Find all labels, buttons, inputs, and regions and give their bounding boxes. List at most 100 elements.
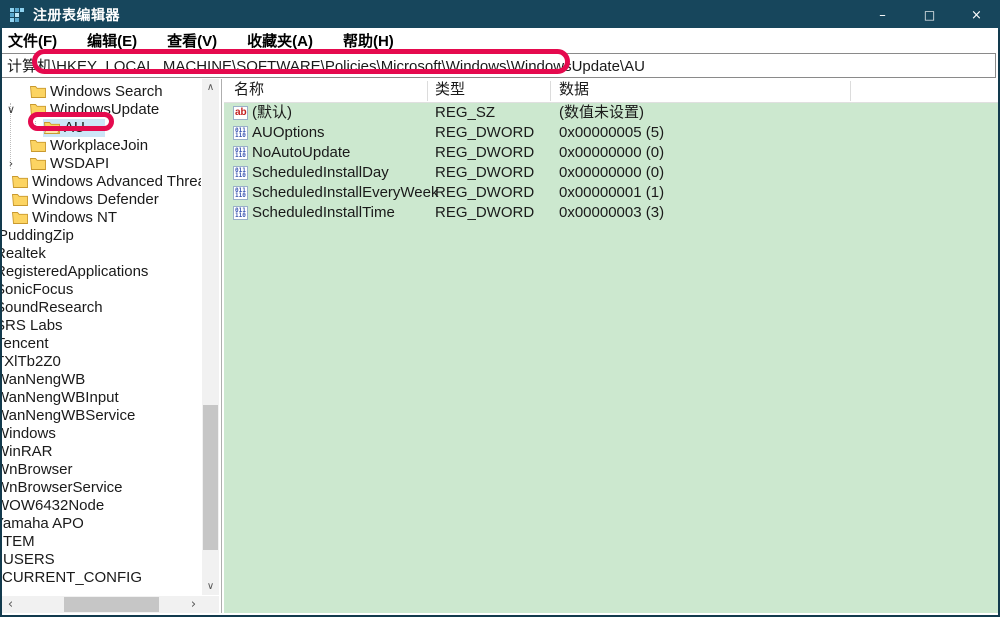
tree-item[interactable]: › WSDAPI [2,155,201,173]
tree-chevron-icon[interactable]: › [4,155,18,173]
tree-chevron-icon[interactable]: ∨ [4,101,18,119]
tree-item-label: Windows Defender [32,191,159,209]
folder-icon [30,139,46,152]
tree-item[interactable]: PuddingZip [2,227,201,245]
tree-item-label: WindowsUpdate [50,101,159,119]
tree-item-label: PuddingZip [2,227,74,245]
tree-item-label: CURRENT_CONFIG [2,569,142,587]
scroll-down-icon[interactable]: ∨ [202,578,219,595]
tree-item-label: WanNengWB [2,371,85,389]
column-separator[interactable] [427,81,428,101]
tree-item[interactable]: TEM [2,533,201,551]
tree-item[interactable]: AU [2,119,201,137]
horizontal-scroll-thumb[interactable] [64,597,159,612]
window-title: 注册表编辑器 [33,5,120,25]
menu-favorites[interactable]: 收藏夹(A) [247,30,313,51]
tree-item[interactable]: WanNengWBService [2,407,201,425]
value-type-icon [233,186,248,200]
tree-item[interactable]: Windows Advanced Threat Protection [2,173,201,191]
tree-item[interactable]: Windows NT [2,209,201,227]
registry-path-input[interactable] [2,53,996,78]
tree-item-label: TXlTb2Z0 [2,353,61,371]
registry-value-row[interactable]: ScheduledInstallTime REG_DWORD 0x0000000… [224,203,998,223]
address-bar [2,53,998,79]
scroll-left-icon[interactable]: ‹ [2,596,19,613]
tree-item[interactable]: SoundResearch [2,299,201,317]
tree-item[interactable]: WnBrowser [2,461,201,479]
column-separator[interactable] [550,81,551,101]
tree-item[interactable]: WOW6432Node [2,497,201,515]
tree-item[interactable]: WanNengWB [2,371,201,389]
tree-item[interactable]: Windows [2,425,201,443]
tree-item[interactable]: SRS Labs [2,317,201,335]
tree-item[interactable]: SonicFocus [2,281,201,299]
tree-chevron-icon[interactable] [4,137,18,155]
vertical-scroll-thumb[interactable] [203,405,218,550]
minimize-button[interactable]: – [859,0,906,30]
registry-values-list: (默认) REG_SZ (数值未设置) AUOptions REG_DWORD … [224,103,998,613]
tree-item-label: WinRAR [2,443,53,461]
value-type: REG_DWORD [435,123,534,143]
registry-values-pane: 名称 类型 数据 (默认) REG_SZ (数值未设置) AUOptions [224,79,998,613]
close-button[interactable]: × [953,0,1000,30]
tree-vertical-scrollbar[interactable]: ∧ ∨ [202,79,219,595]
registry-value-row[interactable]: (默认) REG_SZ (数值未设置) [224,103,998,123]
registry-value-row[interactable]: ScheduledInstallEveryWeek REG_DWORD 0x00… [224,183,998,203]
folder-icon [30,157,46,170]
tree-item[interactable]: Tencent [2,335,201,353]
value-data: 0x00000000 (0) [559,163,664,183]
value-name: (默认) [252,103,292,123]
column-header-type[interactable]: 类型 [435,79,465,103]
column-header-data[interactable]: 数据 [559,79,589,103]
tree-item-label: Windows Search [50,83,163,101]
folder-icon [44,121,60,134]
tree-item[interactable]: WanNengWBInput [2,389,201,407]
tree-item[interactable]: Realtek [2,245,201,263]
pane-splitter[interactable] [221,79,222,613]
value-type-icon [233,166,248,180]
value-name: NoAutoUpdate [252,143,350,163]
tree-item-label: Windows NT [32,209,117,227]
scroll-right-icon[interactable]: › [185,596,202,613]
tree-item[interactable]: CURRENT_CONFIG [2,569,201,587]
scroll-up-icon[interactable]: ∧ [202,79,219,96]
tree-item-label: AU [64,119,85,137]
tree-item[interactable]: USERS [2,551,201,569]
tree-item[interactable]: WorkplaceJoin [2,137,201,155]
menu-file[interactable]: 文件(F) [8,30,57,51]
tree-item[interactable]: TXlTb2Z0 [2,353,201,371]
tree-horizontal-scrollbar[interactable]: ‹ › [2,596,202,613]
tree-item[interactable]: RegisteredApplications [2,263,201,281]
tree-item[interactable]: WinRAR [2,443,201,461]
tree-item[interactable]: Yamaha APO [2,515,201,533]
registry-value-row[interactable]: NoAutoUpdate REG_DWORD 0x00000000 (0) [224,143,998,163]
tree-item-label: WnBrowser [2,461,73,479]
tree-item-label: TEM [3,533,35,551]
registry-value-row[interactable]: ScheduledInstallDay REG_DWORD 0x00000000… [224,163,998,183]
column-separator[interactable] [850,81,851,101]
registry-value-row[interactable]: AUOptions REG_DWORD 0x00000005 (5) [224,123,998,143]
folder-icon [12,193,28,206]
value-type: REG_DWORD [435,143,534,163]
tree-item[interactable]: Windows Defender [2,191,201,209]
tree-item-label: WSDAPI [50,155,109,173]
tree-chevron-icon[interactable] [4,83,18,101]
list-header: 名称 类型 数据 [224,79,998,103]
tree-item-label: RegisteredApplications [2,263,148,281]
tree-item[interactable]: Windows Search [2,83,201,101]
tree-item-label: Tencent [2,335,49,353]
maximize-button[interactable]: □ [906,0,953,30]
column-header-name[interactable]: 名称 [234,79,264,103]
value-data: 0x00000003 (3) [559,203,664,223]
tree-chevron-icon[interactable] [18,119,32,137]
value-type: REG_DWORD [435,183,534,203]
menu-help[interactable]: 帮助(H) [343,30,394,51]
value-type: REG_SZ [435,103,495,123]
tree-item[interactable]: WnBrowserService [2,479,201,497]
menu-view[interactable]: 查看(V) [167,30,217,51]
scrollbar-corner [202,596,219,613]
value-data: (数值未设置) [559,103,644,123]
tree-item[interactable]: ∨ WindowsUpdate [2,101,201,119]
menu-edit[interactable]: 编辑(E) [87,30,137,51]
tree-item-label: Yamaha APO [2,515,84,533]
